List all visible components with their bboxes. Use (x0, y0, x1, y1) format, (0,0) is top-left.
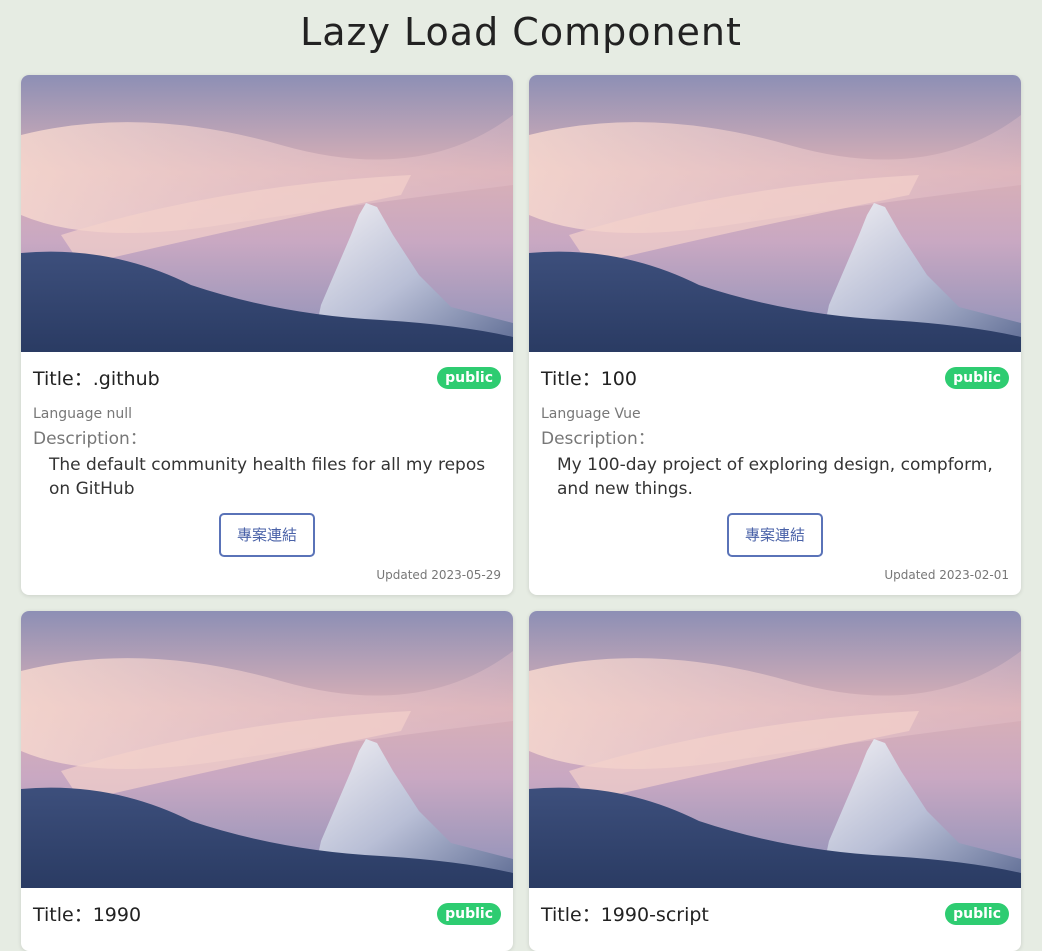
repo-card: Title：1990-script public (529, 611, 1021, 951)
page-title: Lazy Load Component (300, 10, 742, 54)
mountain-image (529, 75, 1021, 352)
card-title: Title：1990-script (541, 904, 709, 926)
language-label: Language null (33, 406, 133, 422)
mountain-image (529, 611, 1021, 888)
language-label: Language Vue (541, 406, 641, 422)
button-row: 專案連結 (541, 513, 1009, 557)
card-title: Title：.github (33, 368, 160, 390)
updated-date: Updated 2023-05-29 (376, 568, 501, 582)
card-header: Title：1990-script public (541, 888, 1009, 939)
description-text: The default community health files for a… (49, 455, 486, 499)
button-row: 專案連結 (33, 513, 501, 557)
visibility-badge: public (437, 366, 501, 389)
card-body: Title：1990 public (21, 888, 513, 951)
card-header: Title：.github public (33, 352, 501, 403)
repo-card: Title：1990 public (21, 611, 513, 951)
visibility-badge: public (945, 366, 1009, 389)
description-label: Description： (541, 429, 655, 449)
repo-card: Title：100 public Language Vue Descriptio… (529, 75, 1021, 595)
card-title: Title：1990 (33, 904, 142, 926)
card-grid: Title：.github public Language null Descr… (21, 75, 1021, 951)
card-header: Title：1990 public (33, 888, 501, 939)
project-link-button[interactable]: 專案連結 (218, 513, 315, 557)
updated-date: Updated 2023-02-01 (884, 568, 1009, 582)
description-text: My 100-day project of exploring design, … (557, 455, 993, 499)
card-body: Title：100 public Language Vue Descriptio… (529, 352, 1021, 595)
mountain-image (21, 611, 513, 888)
card-body: Title：.github public Language null Descr… (21, 352, 513, 595)
card-body: Title：1990-script public (529, 888, 1021, 951)
repo-card: Title：.github public Language null Descr… (21, 75, 513, 595)
description-label: Description： (33, 429, 147, 449)
visibility-badge: public (945, 902, 1009, 925)
card-title: Title：100 (541, 368, 637, 390)
card-header: Title：100 public (541, 352, 1009, 403)
visibility-badge: public (437, 902, 501, 925)
mountain-image (21, 75, 513, 352)
project-link-button[interactable]: 專案連結 (726, 513, 823, 557)
